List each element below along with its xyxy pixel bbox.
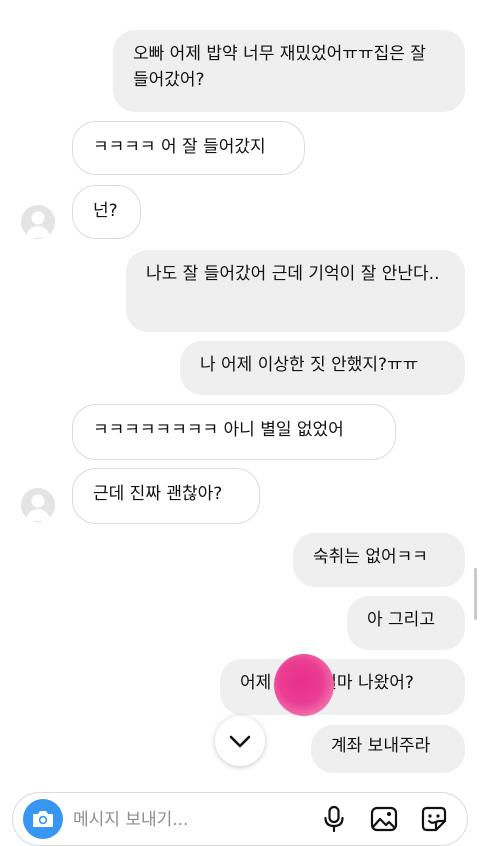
avatar-placeholder-icon	[21, 488, 55, 522]
avatar[interactable]	[21, 488, 55, 522]
message-composer	[12, 792, 468, 846]
message-bubble-outgoing[interactable]: 숙취는 없어ㅋㅋ	[293, 533, 465, 587]
scroll-to-bottom-button[interactable]	[215, 716, 265, 766]
message-bubble-outgoing[interactable]: 어제 얼마 나왔어?	[220, 659, 465, 715]
message-text-end: 얼마 나왔어?	[321, 673, 414, 693]
message-bubble-outgoing[interactable]: 오빠 어제 밥약 너무 재밌었어ㅠㅠ집은 잘 들어갔어?	[113, 30, 465, 112]
cut-off-timestamp	[0, 0, 480, 6]
message-bubble-incoming[interactable]: ㅋㅋㅋㅋ 어 잘 들어갔지	[72, 121, 305, 175]
microphone-button[interactable]	[319, 804, 349, 834]
scrollbar[interactable]	[474, 568, 477, 620]
redaction-scribble	[274, 654, 334, 716]
gallery-button[interactable]	[369, 804, 399, 834]
message-text: 숙취는 없어ㅋㅋ	[313, 547, 428, 567]
message-bubble-incoming[interactable]: 넌?	[72, 185, 141, 239]
message-bubble-outgoing[interactable]: 나도 잘 들어갔어 근데 기억이 잘 안난다..	[126, 250, 465, 332]
message-text: 근데 진짜 괜찮아?	[93, 484, 223, 504]
gallery-icon	[370, 806, 398, 832]
sticker-button[interactable]	[419, 804, 449, 834]
message-text: 아 그리고	[367, 610, 435, 630]
message-text: ㅋㅋㅋㅋ 어 잘 들어갔지	[93, 137, 266, 157]
message-text: 나 어제 이상한 짓 안했지?ㅠㅠ	[200, 355, 419, 375]
camera-button[interactable]	[23, 799, 63, 839]
message-bubble-outgoing[interactable]: 계좌 보내주라	[311, 725, 465, 773]
message-bubble-incoming[interactable]: ㅋㅋㅋㅋㅋㅋㅋㅋ 아니 별일 없었어	[72, 404, 396, 460]
avatar[interactable]	[21, 205, 55, 239]
camera-icon	[33, 811, 53, 827]
message-bubble-incoming[interactable]: 근데 진짜 괜찮아?	[72, 468, 260, 524]
avatar-placeholder-icon	[21, 205, 55, 239]
message-text: ㅋㅋㅋㅋㅋㅋㅋㅋ 아니 별일 없었어	[93, 420, 344, 440]
sticker-icon	[421, 806, 447, 832]
chevron-down-icon	[229, 735, 251, 748]
message-text: 넌?	[93, 201, 118, 221]
message-input[interactable]	[73, 806, 303, 834]
message-text: 오빠 어제 밥약 너무 재밌었어ㅠㅠ집은 잘 들어갔어?	[133, 44, 426, 90]
message-text: 계좌 보내주라	[331, 736, 431, 756]
message-bubble-outgoing[interactable]: 아 그리고	[347, 596, 465, 650]
microphone-icon	[324, 805, 344, 833]
message-bubble-outgoing[interactable]: 나 어제 이상한 짓 안했지?ㅠㅠ	[180, 341, 465, 395]
message-text: 나도 잘 들어갔어 근데 기억이 잘 안난다..	[146, 264, 440, 284]
message-text-start: 어제	[240, 673, 272, 693]
